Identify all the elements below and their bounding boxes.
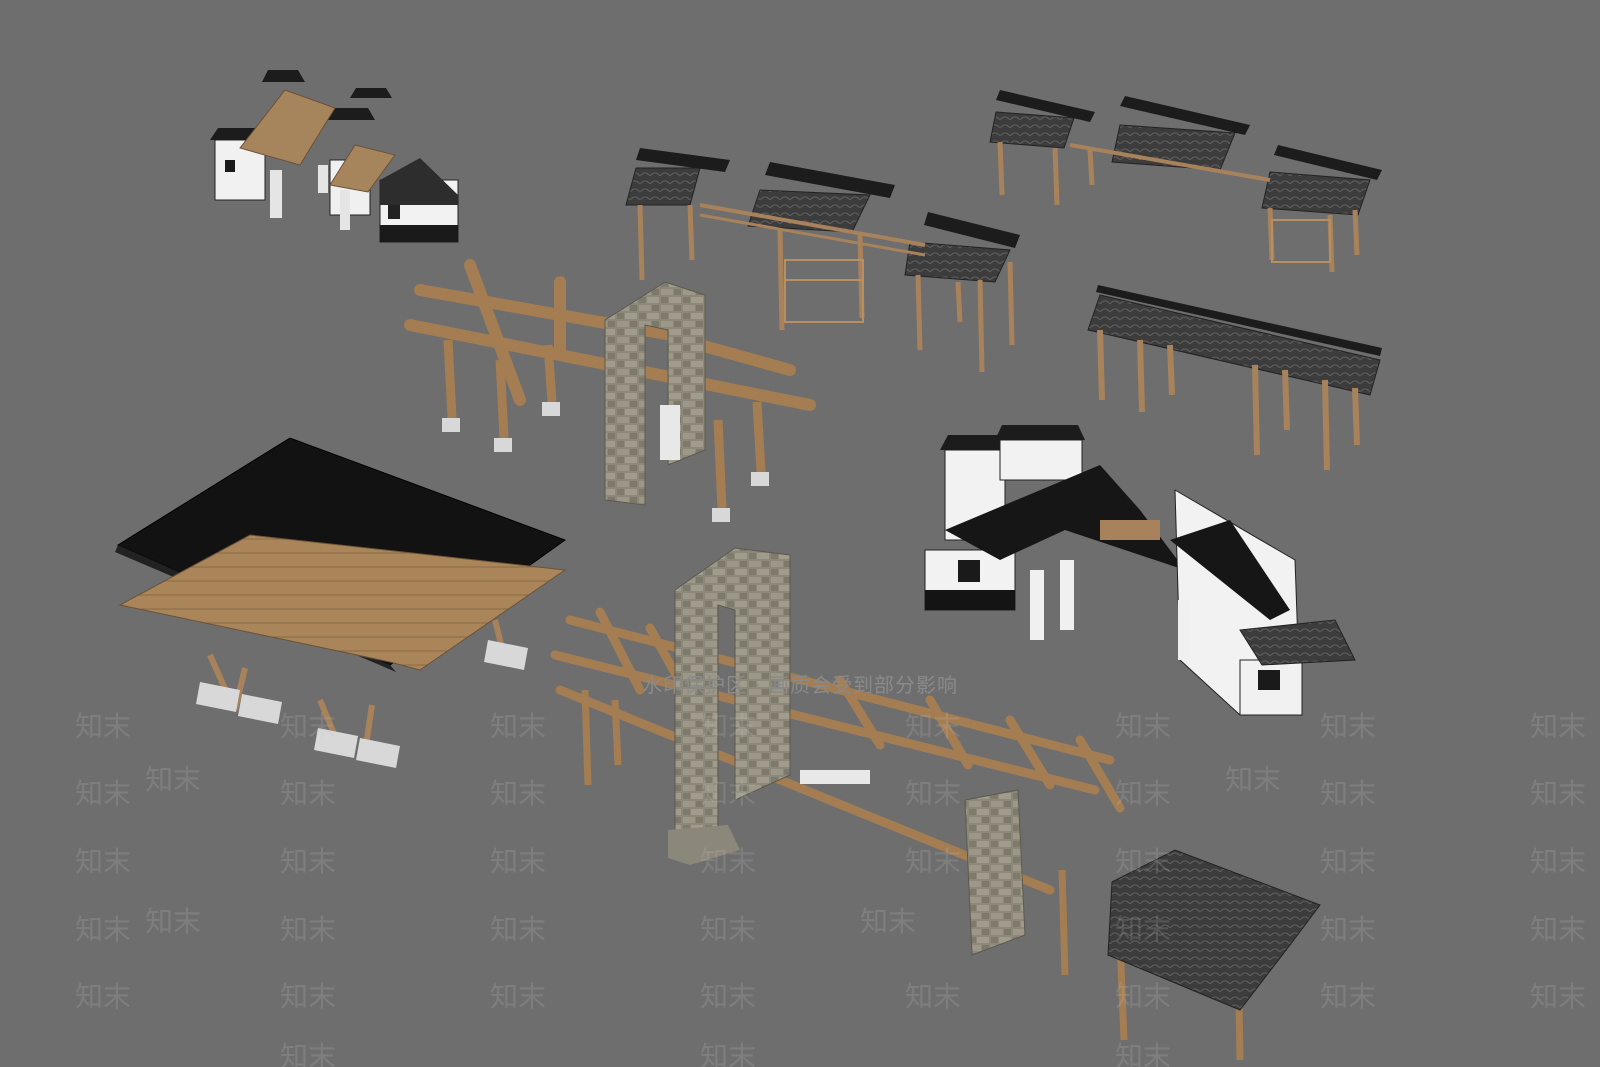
- scene-viewport: 水印保护区 · 画质会受到部分影响 知末 知末 知末 知末 知末 知末 知末 知…: [0, 0, 1600, 1067]
- hui-style-gate-small: [210, 70, 459, 243]
- hui-style-gate-large: [924, 425, 1356, 716]
- dark-roof-pavilion: [115, 437, 567, 768]
- timber-corridor-gate-long: [989, 90, 1382, 273]
- log-pergola-stone-gate: [404, 259, 816, 522]
- tiled-colonnade: [1087, 285, 1382, 471]
- scene-render: [115, 70, 1382, 1061]
